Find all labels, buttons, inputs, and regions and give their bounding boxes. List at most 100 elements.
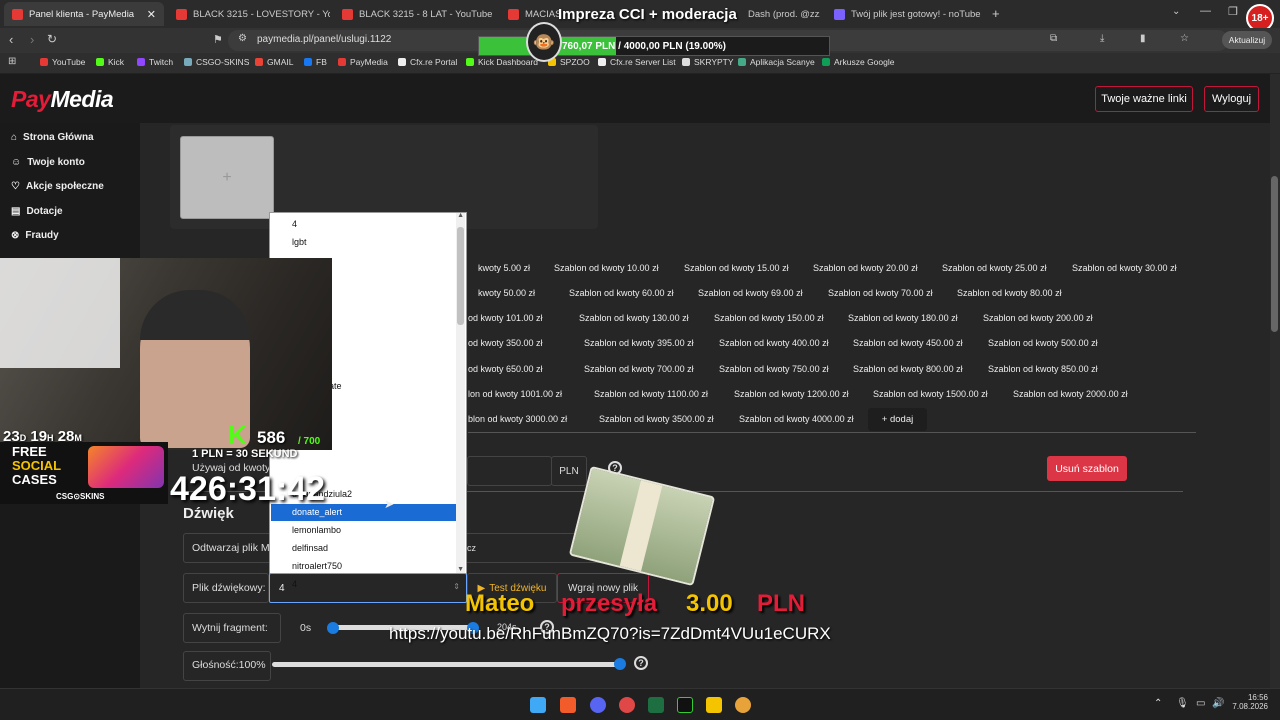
minimize-icon[interactable]: — (1200, 5, 1211, 17)
sidebar-item-frauds[interactable]: ⊗ Fraudy (11, 230, 59, 241)
template-item[interactable]: Szablon od kwoty 700.00 zł (584, 364, 694, 374)
start-menu-icon[interactable] (530, 697, 546, 713)
download-icon[interactable]: ⤓ (1100, 33, 1104, 44)
important-links-button[interactable]: Twoje ważne linki (1095, 86, 1193, 112)
cut-slider-start-handle[interactable] (327, 622, 339, 634)
tab-youtube-1[interactable]: BLACK 3215 - LOVESTORY - YouTube (168, 2, 330, 26)
sidebar-item-social[interactable]: ♡ Akcje społeczne (11, 181, 104, 192)
bookmark-fb[interactable]: FB (304, 57, 327, 67)
sidebar-item-home[interactable]: ⌂ Strona Główna (11, 132, 94, 143)
template-item[interactable]: lon od kwoty 1001.00 zł (468, 389, 562, 399)
template-item[interactable]: Szablon od kwoty 25.00 zł (942, 263, 1047, 273)
logout-button[interactable]: Wyloguj (1204, 86, 1259, 112)
discord-icon[interactable] (590, 697, 606, 713)
network-icon[interactable]: ▭ (1196, 698, 1205, 709)
tab-paymedia[interactable]: Panel klienta - PayMedia ✕ (4, 2, 164, 26)
file-explorer-icon[interactable] (706, 697, 722, 713)
close-icon[interactable]: ✕ (147, 8, 156, 21)
template-item[interactable]: Szablon od kwoty 850.00 zł (988, 364, 1098, 374)
cursor-app-icon[interactable] (677, 697, 693, 713)
bookmark-icon[interactable]: ⚑ (213, 33, 223, 46)
template-item[interactable]: Szablon od kwoty 1100.00 zł (594, 389, 708, 399)
delete-template-button[interactable]: Usuń szablon (1047, 456, 1127, 481)
template-item[interactable]: Szablon od kwoty 800.00 zł (853, 364, 963, 374)
template-item[interactable]: Szablon od kwoty 15.00 zł (684, 263, 789, 273)
dropdown-option[interactable]: nitroalert750 (292, 561, 342, 571)
chrome-icon[interactable] (619, 697, 635, 713)
app-icon[interactable] (735, 697, 751, 713)
clock[interactable]: 16:56 7.08.2026 (1232, 693, 1268, 711)
template-item[interactable]: Szablon od kwoty 69.00 zł (698, 288, 803, 298)
template-item[interactable]: Szablon od kwoty 80.00 zł (957, 288, 1062, 298)
sidebar-icon[interactable]: ▮ (1140, 33, 1146, 44)
template-item[interactable]: Szablon od kwoty 395.00 zł (584, 338, 694, 348)
back-icon[interactable]: ‹ (9, 32, 13, 47)
template-item[interactable]: Szablon od kwoty 20.00 zł (813, 263, 918, 273)
add-template-button[interactable]: + dodaj (868, 408, 927, 431)
page-scrollbar[interactable] (1270, 74, 1280, 720)
tab-notube[interactable]: Twój plik jest gotowy! - noTube (826, 2, 988, 26)
dropdown-option[interactable]: lgbt (292, 237, 307, 247)
template-item[interactable]: Szablon od kwoty 60.00 zł (569, 288, 674, 298)
template-item[interactable]: Szablon od kwoty 150.00 zł (714, 313, 824, 323)
template-item[interactable]: Szablon od kwoty 4000.00 zł (739, 414, 854, 424)
template-item[interactable]: Szablon od kwoty 70.00 zł (828, 288, 933, 298)
star-icon[interactable]: ☆ (1180, 33, 1189, 44)
tab-youtube-2[interactable]: BLACK 3215 - 8 LAT - YouTube (334, 2, 496, 26)
volume-slider-track[interactable] (272, 662, 624, 667)
bookmark-youtube[interactable]: YouTube (40, 57, 85, 67)
scroll-down-icon[interactable]: ▼ (457, 566, 464, 573)
sound-file-select[interactable]: 4 ⇕ (269, 573, 467, 603)
apps-grid-icon[interactable]: ⊞ (8, 56, 16, 67)
template-item[interactable]: Szablon od kwoty 750.00 zł (719, 364, 829, 374)
site-info-icon[interactable]: ⚙ (238, 33, 247, 44)
page-scrollbar-thumb[interactable] (1271, 176, 1278, 332)
bookmark-paymedia[interactable]: PayMedia (338, 57, 388, 67)
template-item[interactable]: Szablon od kwoty 130.00 zł (579, 313, 689, 323)
dropdown-option[interactable]: 4 (292, 579, 297, 589)
template-item[interactable]: Szablon od kwoty 1500.00 zł (873, 389, 988, 399)
forward-icon[interactable]: › (30, 32, 34, 47)
template-item[interactable]: od kwoty 350.00 zł (468, 338, 543, 348)
dropdown-scrollbar-thumb[interactable] (457, 227, 464, 325)
template-item[interactable]: kwoty 50.00 zł (478, 288, 535, 298)
maximize-icon[interactable]: ❐ (1228, 5, 1238, 18)
template-item[interactable]: blon od kwoty 3000.00 zł (468, 414, 567, 424)
template-item[interactable]: Szablon od kwoty 3500.00 zł (599, 414, 714, 424)
chevron-down-icon[interactable]: ⌄ (1172, 6, 1180, 17)
template-item[interactable]: Szablon od kwoty 1200.00 zł (734, 389, 849, 399)
url-text[interactable]: paymedia.pl/panel/uslugi.1122 (257, 34, 391, 45)
image-upload-box[interactable]: + (180, 136, 274, 219)
scroll-up-icon[interactable]: ▲ (457, 212, 464, 219)
template-item[interactable]: Szablon od kwoty 180.00 zł (848, 313, 958, 323)
dropdown-option[interactable]: 4 (292, 219, 297, 229)
bookmark-gmail[interactable]: GMAIL (255, 57, 293, 67)
sidebar-item-account[interactable]: ☺ Twoje konto (11, 157, 85, 168)
volume-slider-handle[interactable] (614, 658, 626, 670)
template-item[interactable]: Szablon od kwoty 10.00 zł (554, 263, 659, 273)
extensions-icon[interactable]: ⧉ (1050, 33, 1057, 44)
bookmark-csgo-skins[interactable]: CSGO-SKINS (184, 57, 249, 67)
reload-icon[interactable]: ↻ (47, 32, 57, 46)
microphone-icon[interactable]: 🎙 (1176, 698, 1189, 709)
bookmark-twitch[interactable]: Twitch (137, 57, 173, 67)
dropdown-option[interactable]: lemonlambo (292, 525, 341, 535)
bookmark-kick[interactable]: Kick (96, 57, 124, 67)
brave-browser-icon[interactable] (560, 697, 576, 713)
template-item[interactable]: Szablon od kwoty 30.00 zł (1072, 263, 1177, 273)
template-item[interactable]: Szablon od kwoty 500.00 zł (988, 338, 1098, 348)
sidebar-item-donations[interactable]: ▤ Dotacje (11, 206, 63, 217)
bookmark-sheets[interactable]: Arkusze Google (822, 57, 894, 67)
template-item[interactable]: Szablon od kwoty 450.00 zł (853, 338, 963, 348)
template-item[interactable]: Szablon od kwoty 400.00 zł (719, 338, 829, 348)
amount-input[interactable] (467, 456, 552, 486)
template-item[interactable]: Szablon od kwoty 2000.00 zł (1013, 389, 1128, 399)
dropdown-option[interactable]: delfinsad (292, 543, 328, 553)
tray-chevron-icon[interactable]: ⌃ (1154, 698, 1162, 709)
bookmark-cfx-portal[interactable]: Cfx.re Portal (398, 57, 457, 67)
template-item[interactable]: kwoty 5.00 zł (478, 263, 530, 273)
template-item[interactable]: Szablon od kwoty 200.00 zł (983, 313, 1093, 323)
volume-icon[interactable]: 🔊 (1212, 698, 1224, 709)
update-button[interactable]: Aktualizuj (1222, 31, 1272, 49)
template-item[interactable]: od kwoty 101.00 zł (468, 313, 543, 323)
